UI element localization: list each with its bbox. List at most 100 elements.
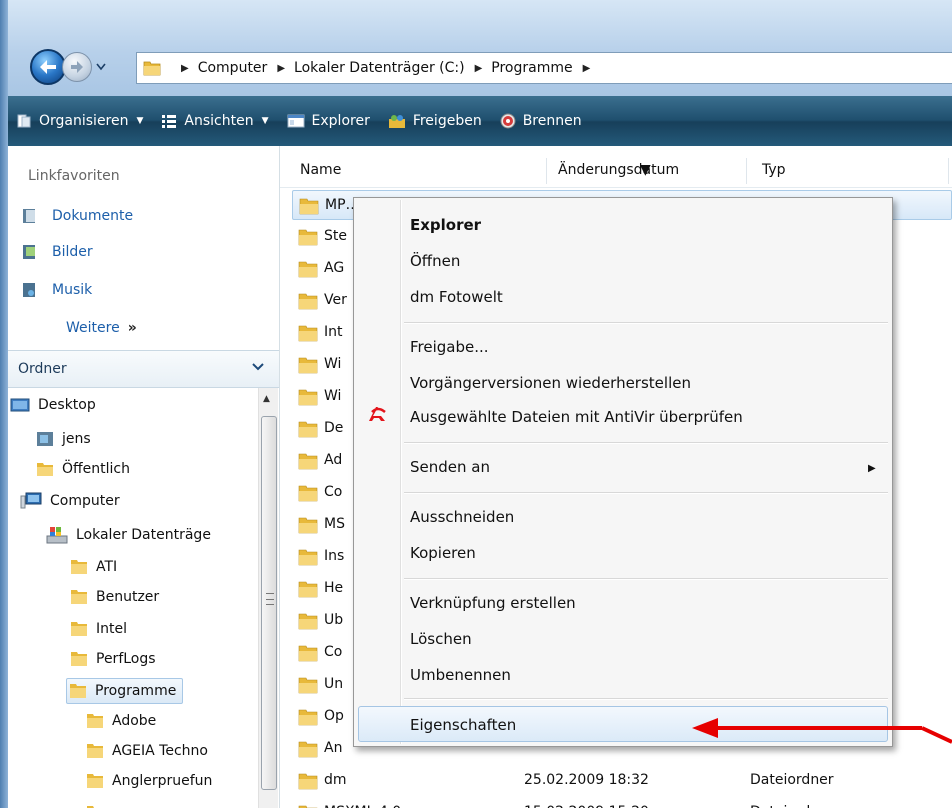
folder-icon — [298, 676, 318, 698]
breadcrumb-drive-c[interactable]: Lokaler Datenträger (C:) — [294, 60, 465, 76]
menu-item-open[interactable]: Öffnen — [410, 252, 460, 270]
row-type: Dateiordner — [750, 804, 834, 808]
tree-item-label: Öffentlich — [62, 461, 130, 477]
menu-item-scan-antivir[interactable]: Ausgewählte Dateien mit AntiVir überprüf… — [410, 408, 743, 426]
favorite-link-label: Musik — [52, 282, 93, 298]
tree-item-label: Desktop — [38, 397, 96, 413]
command-toolbar: Organisieren ▼ Ansichten ▼ Explorer Frei… — [8, 96, 952, 146]
column-header-date[interactable]: Änderungsdatum — [558, 162, 679, 178]
tree-item-computer[interactable]: Computer — [20, 490, 120, 512]
explorer-label: Explorer — [311, 113, 370, 129]
folder-icon — [298, 580, 318, 602]
row-date: 25.02.2009 18:32 — [524, 772, 649, 788]
menu-item-copy[interactable]: Kopieren — [410, 544, 476, 562]
arrow-right-icon — [71, 61, 83, 73]
tree-scrollbar[interactable]: ▲ — [258, 388, 278, 808]
favorite-link-label: Dokumente — [52, 208, 134, 224]
column-header-type[interactable]: Typ — [762, 162, 786, 178]
row-name: He — [324, 580, 344, 596]
chevron-down-icon — [96, 63, 106, 71]
row-name: MS — [324, 516, 345, 532]
recent-pages-dropdown[interactable] — [94, 63, 108, 71]
address-bar[interactable]: ▶ Computer ▶ Lokaler Datenträger (C:) ▶ … — [136, 52, 952, 84]
column-divider[interactable] — [746, 158, 747, 184]
column-divider[interactable] — [546, 158, 547, 184]
folder-icon — [36, 461, 54, 477]
menu-item-share[interactable]: Freigabe... — [410, 338, 489, 356]
menu-item-cut[interactable]: Ausschneiden — [410, 508, 514, 526]
burn-label: Brennen — [522, 113, 582, 129]
scroll-grip-icon — [266, 593, 274, 605]
row-name: Op — [324, 708, 344, 724]
menu-item-rename[interactable]: Umbenennen — [410, 666, 511, 684]
row-name: Ad — [324, 452, 343, 468]
tree-item-user[interactable]: jens — [36, 428, 91, 450]
tree-item-perflogs[interactable]: PerfLogs — [70, 648, 156, 670]
row-name: Ub — [324, 612, 344, 628]
explorer-button[interactable]: Explorer — [287, 113, 370, 129]
context-menu: Explorer Öffnen dm Fotowelt Freigabe... … — [353, 197, 893, 747]
back-button[interactable] — [30, 49, 66, 85]
scroll-up-icon[interactable]: ▲ — [263, 394, 270, 404]
menu-item-delete[interactable]: Löschen — [410, 630, 472, 648]
breadcrumb-separator-icon[interactable]: ▶ — [475, 63, 483, 74]
column-headers: Name ▼ Änderungsdatum Typ — [280, 154, 952, 188]
menu-item-explorer[interactable]: Explorer — [410, 216, 481, 234]
breadcrumb-programme[interactable]: Programme — [491, 60, 572, 76]
menu-item-create-shortcut[interactable]: Verknüpfung erstellen — [410, 594, 576, 612]
tree-item-label: Lokaler Datenträge — [76, 527, 211, 543]
breadcrumb-separator-icon[interactable]: ▶ — [583, 63, 591, 74]
table-row[interactable]: dm 25.02.2009 18:32 Dateiordner — [280, 766, 952, 796]
breadcrumb-separator-icon[interactable]: ▶ — [181, 63, 189, 74]
tree-item-desktop[interactable]: Desktop — [10, 394, 96, 416]
menu-separator — [404, 578, 888, 580]
burn-disc-icon — [500, 113, 516, 129]
tree-item-intel[interactable]: Intel — [70, 618, 127, 640]
tree-item-anglerpruefung[interactable]: Anglerpruefun — [86, 770, 212, 792]
more-links-label: Weitere — [66, 320, 120, 336]
folders-header[interactable]: Ordner — [8, 350, 279, 388]
favorite-link-music[interactable]: Musik — [22, 282, 92, 298]
navigation-pane: Linkfavoriten Dokumente Bilder Musik Wei… — [8, 146, 280, 808]
breadcrumb-computer[interactable]: Computer — [198, 60, 268, 76]
folder-icon — [298, 356, 318, 378]
folder-icon — [70, 558, 88, 576]
more-links-button[interactable]: Weitere » — [66, 320, 137, 336]
tree-item-adobe[interactable]: Adobe — [86, 710, 156, 732]
folder-icon — [298, 452, 318, 474]
tree-item-ageia[interactable]: AGEIA Techno — [86, 740, 208, 762]
forward-button[interactable] — [62, 52, 92, 82]
tree-item-users[interactable]: Benutzer — [70, 586, 159, 608]
menu-item-properties[interactable]: Eigenschaften — [410, 716, 516, 734]
tree-item-local-drive[interactable]: Lokaler Datenträge — [46, 524, 211, 546]
views-button[interactable]: Ansichten ▼ — [161, 113, 269, 129]
folder-icon — [298, 388, 318, 410]
row-name: dm — [324, 772, 347, 788]
tree-item-label: Adobe — [112, 713, 157, 729]
breadcrumb-separator-icon[interactable]: ▶ — [277, 63, 285, 74]
burn-button[interactable]: Brennen — [500, 113, 582, 129]
table-row[interactable]: MSXML 4.0 15.02.2009 15:20 Dateiordner — [280, 798, 952, 808]
organize-button[interactable]: Organisieren ▼ — [16, 113, 143, 129]
favorite-link-documents[interactable]: Dokumente — [22, 208, 133, 224]
tree-item-label: Benutzer — [96, 589, 160, 605]
pictures-icon — [22, 244, 38, 260]
column-header-name[interactable]: Name — [300, 162, 341, 178]
music-icon — [22, 282, 38, 298]
tree-item-programme[interactable]: Programme — [66, 678, 184, 704]
folder-icon — [298, 548, 318, 570]
scrollbar-thumb[interactable] — [261, 416, 277, 790]
favorite-link-pictures[interactable]: Bilder — [22, 244, 93, 260]
folder-icon — [299, 197, 319, 219]
tree-item-ati[interactable]: ATI — [70, 556, 117, 578]
menu-item-dm-fotowelt[interactable]: dm Fotowelt — [410, 288, 503, 306]
tree-item-public[interactable]: Öffentlich — [36, 458, 130, 480]
share-button[interactable]: Freigeben — [388, 113, 482, 129]
column-divider[interactable] — [948, 158, 949, 184]
menu-item-send-to[interactable]: Senden an — [410, 458, 490, 476]
folder-icon — [298, 804, 318, 808]
folder-icon — [298, 292, 318, 314]
menu-separator — [404, 492, 888, 494]
menu-item-restore-previous-versions[interactable]: Vorgängerversionen wiederherstellen — [410, 374, 691, 392]
computer-icon — [20, 492, 42, 510]
